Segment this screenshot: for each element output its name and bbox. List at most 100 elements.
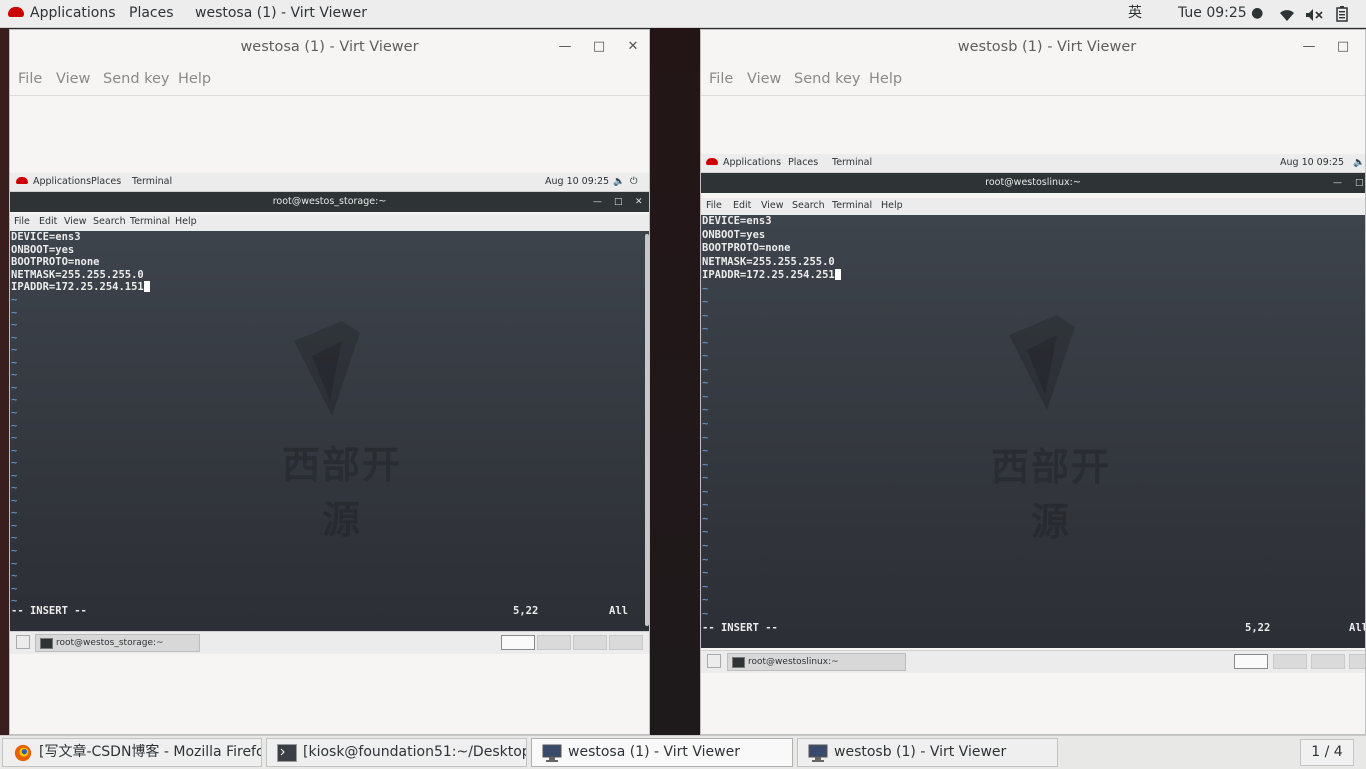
- close-button[interactable]: ✕: [625, 39, 641, 55]
- taskbar-item-terminal[interactable]: [kiosk@foundation51:~/Desktop]: [266, 738, 527, 767]
- vim-empty-line-tilde: ~: [702, 539, 709, 552]
- menu-view[interactable]: View: [56, 71, 90, 87]
- config-line: NETMASK=255.255.255.0: [11, 268, 144, 281]
- menu-help[interactable]: Help: [869, 71, 902, 87]
- menu-send-key[interactable]: Send key: [794, 71, 861, 87]
- menu-view[interactable]: View: [747, 71, 781, 87]
- terminal-menu-search[interactable]: Search: [792, 200, 825, 211]
- vim-empty-line-tilde: ~: [11, 482, 18, 495]
- menu-file[interactable]: File: [18, 71, 42, 87]
- terminal-scrollbar[interactable]: [645, 234, 649, 626]
- vim-empty-line-tilde: ~: [702, 282, 709, 295]
- guest-applications-label: Applications: [723, 157, 782, 168]
- vim-empty-line-tilde: ~: [11, 419, 18, 432]
- terminal-menu-terminal[interactable]: Terminal: [832, 200, 872, 211]
- guest-clock[interactable]: Aug 10 09:25: [1280, 154, 1344, 172]
- terminal-body[interactable]: 西部开源 DEVICE=ens3 ONBOOT=yes BOOTPROTO=no…: [10, 231, 649, 631]
- workspace-3[interactable]: [1311, 654, 1345, 669]
- wifi-icon[interactable]: [1279, 5, 1295, 32]
- config-line: ONBOOT=yes: [702, 228, 766, 241]
- config-line: NETMASK=255.255.255.0: [702, 255, 835, 268]
- terminal-close-button[interactable]: ✕: [635, 192, 643, 212]
- redhat-logo-icon: [16, 177, 28, 184]
- terminal-minimize-button[interactable]: —: [593, 192, 602, 212]
- virt-viewer-icon: [542, 744, 562, 762]
- guest-top-bar: Applications Places Terminal Aug 10 09:2…: [10, 173, 649, 192]
- cursor-position: 5,22: [513, 605, 539, 617]
- terminal-menu-help[interactable]: Help: [175, 216, 197, 227]
- virt-viewer-window-westosa[interactable]: westosa (1) - Virt Viewer — □ ✕ File Vie…: [9, 29, 650, 735]
- workspace-pager[interactable]: 1 / 4: [1300, 739, 1354, 766]
- menu-help[interactable]: Help: [178, 71, 211, 87]
- guest-volume-icon[interactable]: 🔈: [1353, 154, 1365, 172]
- workspace-1[interactable]: [501, 635, 535, 650]
- show-desktop-icon[interactable]: [16, 635, 30, 649]
- terminal-maximize-button[interactable]: □: [614, 192, 623, 212]
- terminal-menu-help[interactable]: Help: [881, 200, 903, 211]
- virt-viewer-window-westosb[interactable]: westosb (1) - Virt Viewer — □ File View …: [700, 29, 1366, 735]
- volume-muted-icon[interactable]: [1305, 5, 1323, 32]
- guest-taskbar-item[interactable]: root@westoslinux:~: [727, 653, 906, 671]
- guest-terminal-menu[interactable]: Terminal: [132, 173, 172, 191]
- minimize-button[interactable]: —: [557, 39, 573, 55]
- terminal-maximize-button[interactable]: □: [1355, 173, 1364, 193]
- terminal-menu-file[interactable]: File: [706, 200, 722, 211]
- workspace-4[interactable]: [1349, 654, 1365, 669]
- redhat-logo-icon: [8, 7, 24, 17]
- active-window-menu[interactable]: westosa (1) - Virt Viewer: [195, 0, 367, 27]
- vim-empty-line-tilde: ~: [11, 570, 18, 583]
- show-desktop-icon[interactable]: [707, 654, 721, 668]
- maximize-button[interactable]: □: [591, 39, 607, 55]
- terminal-titlebar: root@westos_storage:~ — □ ✕: [10, 192, 649, 212]
- workspace-2[interactable]: [1273, 654, 1307, 669]
- terminal-menu-search[interactable]: Search: [93, 216, 126, 227]
- guest-clock[interactable]: Aug 10 09:25: [545, 173, 609, 191]
- battery-icon[interactable]: [1336, 5, 1348, 32]
- terminal-minimize-button[interactable]: —: [1333, 173, 1342, 193]
- terminal-title: root@westoslinux:~: [985, 177, 1081, 188]
- workspace-2[interactable]: [537, 635, 571, 650]
- terminal-titlebar: root@westoslinux:~ — □: [701, 173, 1365, 193]
- watermark-text: 西部开源: [990, 445, 1111, 544]
- host-top-bar: Applications Places westosa (1) - Virt V…: [0, 0, 1366, 28]
- config-line-text: IPADDR=172.25.254.251: [702, 269, 835, 281]
- maximize-button[interactable]: □: [1335, 39, 1351, 55]
- guest-applications-menu[interactable]: Applications: [706, 154, 781, 172]
- terminal-menu-file[interactable]: File: [14, 216, 30, 227]
- input-method-indicator[interactable]: 英: [1128, 0, 1142, 27]
- guest-places-menu[interactable]: Places: [91, 173, 121, 191]
- applications-menu[interactable]: Applications: [8, 0, 116, 27]
- guest-taskbar-item[interactable]: root@westos_storage:~: [35, 634, 200, 652]
- taskbar-item-firefox[interactable]: [写文章-CSDN博客 - Mozilla Firefox]: [2, 738, 262, 767]
- guest-power-icon[interactable]: ⏻: [630, 173, 638, 191]
- config-line: DEVICE=ens3: [702, 215, 772, 227]
- vim-empty-line-tilde: ~: [702, 472, 709, 485]
- minimize-button[interactable]: —: [1301, 39, 1317, 55]
- menu-file[interactable]: File: [709, 71, 733, 87]
- workspace-4[interactable]: [609, 635, 643, 650]
- terminal-menu-edit[interactable]: Edit: [39, 216, 57, 227]
- vim-empty-line-tilde: ~: [11, 545, 18, 557]
- terminal-menu-terminal[interactable]: Terminal: [130, 216, 170, 227]
- terminal-menu-edit[interactable]: Edit: [733, 200, 751, 211]
- terminal-body[interactable]: 西部开源 DEVICE=ens3 ONBOOT=yes BOOTPROTO=no…: [701, 215, 1365, 648]
- vim-empty-line-tilde: ~: [702, 363, 709, 376]
- vim-empty-line-tilde: ~: [702, 390, 709, 403]
- guest-places-menu[interactable]: Places: [788, 154, 818, 172]
- guest-applications-menu[interactable]: Applications: [16, 173, 91, 191]
- guest-terminal-menu[interactable]: Terminal: [832, 154, 872, 172]
- taskbar-item-westosa[interactable]: westosa (1) - Virt Viewer: [531, 738, 793, 767]
- taskbar-item-westosb[interactable]: westosb (1) - Virt Viewer: [797, 738, 1058, 767]
- workspace-3[interactable]: [573, 635, 607, 650]
- vim-empty-line-tilde: ~: [11, 331, 18, 344]
- terminal-menu-view[interactable]: View: [64, 216, 87, 227]
- clock[interactable]: Tue 09:25 ●: [1178, 0, 1263, 27]
- terminal-menu-view[interactable]: View: [761, 200, 784, 211]
- guest-volume-icon[interactable]: 🔈: [613, 173, 625, 191]
- vim-mode-indicator: -- INSERT --: [11, 605, 87, 617]
- workspace-1[interactable]: [1234, 654, 1268, 669]
- places-menu[interactable]: Places: [129, 0, 174, 27]
- menu-send-key[interactable]: Send key: [103, 71, 170, 87]
- vim-empty-line-tilde: ~: [702, 377, 709, 390]
- scroll-position: All: [609, 605, 628, 617]
